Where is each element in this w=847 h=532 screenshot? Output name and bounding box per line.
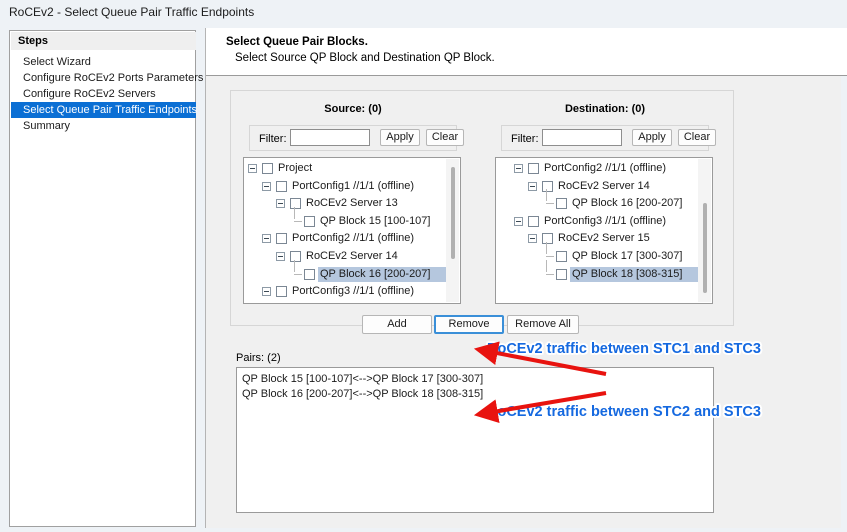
page-subtitle: Select Source QP Block and Destination Q… [235, 52, 495, 64]
checkbox-unchecked-icon[interactable] [542, 181, 553, 192]
tree-item-label: RoCEv2 Server 15 [558, 230, 650, 247]
destination-scroll-thumb[interactable] [703, 203, 707, 293]
steps-header: Steps [11, 32, 196, 50]
source-clear-button[interactable]: Clear [426, 129, 464, 146]
sidebar-item-summary[interactable]: Summary [11, 118, 196, 134]
checkbox-unchecked-icon[interactable] [542, 233, 553, 244]
tree-line [546, 203, 554, 204]
remove-button[interactable]: Remove [434, 315, 504, 334]
add-button[interactable]: Add [362, 315, 432, 334]
checkbox-unchecked-icon[interactable] [528, 216, 539, 227]
qp-blocks-group: Source: (0) Filter: Apply Clear ProjectP… [230, 90, 734, 326]
tree-item-label: RoCEv2 Server 14 [558, 178, 650, 195]
destination-tree-scrollbar[interactable] [698, 159, 711, 302]
source-title: Source: (0) [237, 103, 469, 115]
tree-item-label: PortConfig2 //1/1 (offline) [544, 160, 666, 177]
tree-item-label: PortConfig2 //1/1 (offline) [292, 230, 414, 247]
expander-collapse-icon[interactable] [248, 164, 257, 173]
source-filter-input[interactable] [290, 129, 370, 146]
checkbox-unchecked-icon[interactable] [556, 198, 567, 209]
tree-item-label: QP Block 16 [200-207] [572, 195, 682, 212]
pairs-label: Pairs: (2) [236, 352, 281, 364]
destination-tree[interactable]: PortConfig2 //1/1 (offline)RoCEv2 Server… [495, 157, 713, 304]
remove-all-button[interactable]: Remove All [507, 315, 579, 334]
steps-header-label: Steps [18, 35, 48, 47]
checkbox-unchecked-icon[interactable] [262, 163, 273, 174]
tree-item-label: PortConfig3 //1/1 (offline) [292, 283, 414, 300]
tree-item-label: QP Block 18 [308-315] [572, 266, 682, 283]
source-panel: Source: (0) Filter: Apply Clear ProjectP… [237, 91, 469, 327]
destination-filter-input[interactable] [542, 129, 622, 146]
checkbox-unchecked-icon[interactable] [276, 286, 287, 297]
tree-item-label: RoCEv2 Server 13 [306, 195, 398, 212]
tree-line [294, 221, 302, 222]
list-item[interactable]: QP Block 16 [200-207]<-->QP Block 18 [30… [242, 387, 483, 401]
source-filter-bar: Filter: Apply Clear [249, 125, 457, 151]
checkbox-unchecked-icon[interactable] [304, 216, 315, 227]
source-tree[interactable]: ProjectPortConfig1 //1/1 (offline)RoCEv2… [243, 157, 461, 304]
expander-collapse-icon[interactable] [262, 287, 271, 296]
tree-item-label: PortConfig3 //1/1 (offline) [544, 213, 666, 230]
expander-collapse-icon[interactable] [528, 234, 537, 243]
window-titlebar: RoCEv2 - Select Queue Pair Traffic Endpo… [0, 0, 847, 25]
checkbox-unchecked-icon[interactable] [304, 269, 315, 280]
tree-line [294, 260, 295, 272]
expander-collapse-icon[interactable] [276, 199, 285, 208]
page-title: Select Queue Pair Blocks. [226, 36, 368, 48]
sidebar-item-configure-ports[interactable]: Configure RoCEv2 Ports Parameters [11, 70, 196, 86]
tree-line [546, 189, 547, 201]
page-header: Select Queue Pair Blocks. Select Source … [206, 28, 847, 76]
list-item[interactable]: QP Block 15 [100-107]<-->QP Block 17 [30… [242, 372, 483, 386]
checkbox-unchecked-icon[interactable] [290, 251, 301, 262]
tree-line [546, 274, 554, 275]
tree-item-label: QP Block 17 [300-307] [572, 248, 682, 265]
destination-filter-label: Filter: [511, 133, 539, 145]
pairs-listbox[interactable]: QP Block 15 [100-107]<-->QP Block 17 [30… [236, 367, 714, 513]
tree-item-label: Project [278, 160, 312, 177]
destination-panel: Destination: (0) Filter: Apply Clear Por… [489, 91, 721, 327]
window-title: RoCEv2 - Select Queue Pair Traffic Endpo… [9, 5, 254, 19]
checkbox-unchecked-icon[interactable] [556, 251, 567, 262]
destination-filter-bar: Filter: Apply Clear [501, 125, 709, 151]
tree-line [546, 256, 554, 257]
expander-collapse-icon[interactable] [528, 182, 537, 191]
destination-apply-button[interactable]: Apply [632, 129, 672, 146]
source-apply-button[interactable]: Apply [380, 129, 420, 146]
sidebar-item-select-qp-endpoints[interactable]: Select Queue Pair Traffic Endpoints [11, 102, 196, 118]
tree-item-label: QP Block 15 [100-107] [320, 213, 430, 230]
tree-item-label: QP Block 16 [200-207] [320, 266, 430, 283]
checkbox-unchecked-icon[interactable] [528, 163, 539, 174]
destination-clear-button[interactable]: Clear [678, 129, 716, 146]
checkbox-unchecked-icon[interactable] [276, 233, 287, 244]
sidebar-item-configure-servers[interactable]: Configure RoCEv2 Servers [11, 86, 196, 102]
annotation-stc2-stc3: RoCEv2 traffic between STC2 and STC3 [487, 404, 761, 420]
source-scroll-thumb[interactable] [451, 167, 455, 259]
source-filter-label: Filter: [259, 133, 287, 145]
expander-collapse-icon[interactable] [276, 252, 285, 261]
expander-collapse-icon[interactable] [262, 234, 271, 243]
annotation-stc1-stc3: RoCEv2 traffic between STC1 and STC3 [487, 341, 761, 357]
checkbox-unchecked-icon[interactable] [556, 269, 567, 280]
checkbox-unchecked-icon[interactable] [290, 198, 301, 209]
expander-collapse-icon[interactable] [262, 182, 271, 191]
checkbox-unchecked-icon[interactable] [276, 181, 287, 192]
steps-panel: Steps Select Wizard Configure RoCEv2 Por… [9, 30, 196, 527]
expander-collapse-icon[interactable] [514, 217, 523, 226]
tree-line [546, 260, 547, 272]
source-tree-scrollbar[interactable] [446, 159, 459, 302]
expander-collapse-icon[interactable] [514, 164, 523, 173]
tree-item-label: RoCEv2 Server 14 [306, 248, 398, 265]
sidebar-item-select-wizard[interactable]: Select Wizard [11, 54, 196, 70]
tree-line [294, 207, 295, 219]
destination-title: Destination: (0) [489, 103, 721, 115]
tree-line [546, 242, 547, 254]
tree-line [294, 274, 302, 275]
tree-item-label: PortConfig1 //1/1 (offline) [292, 178, 414, 195]
